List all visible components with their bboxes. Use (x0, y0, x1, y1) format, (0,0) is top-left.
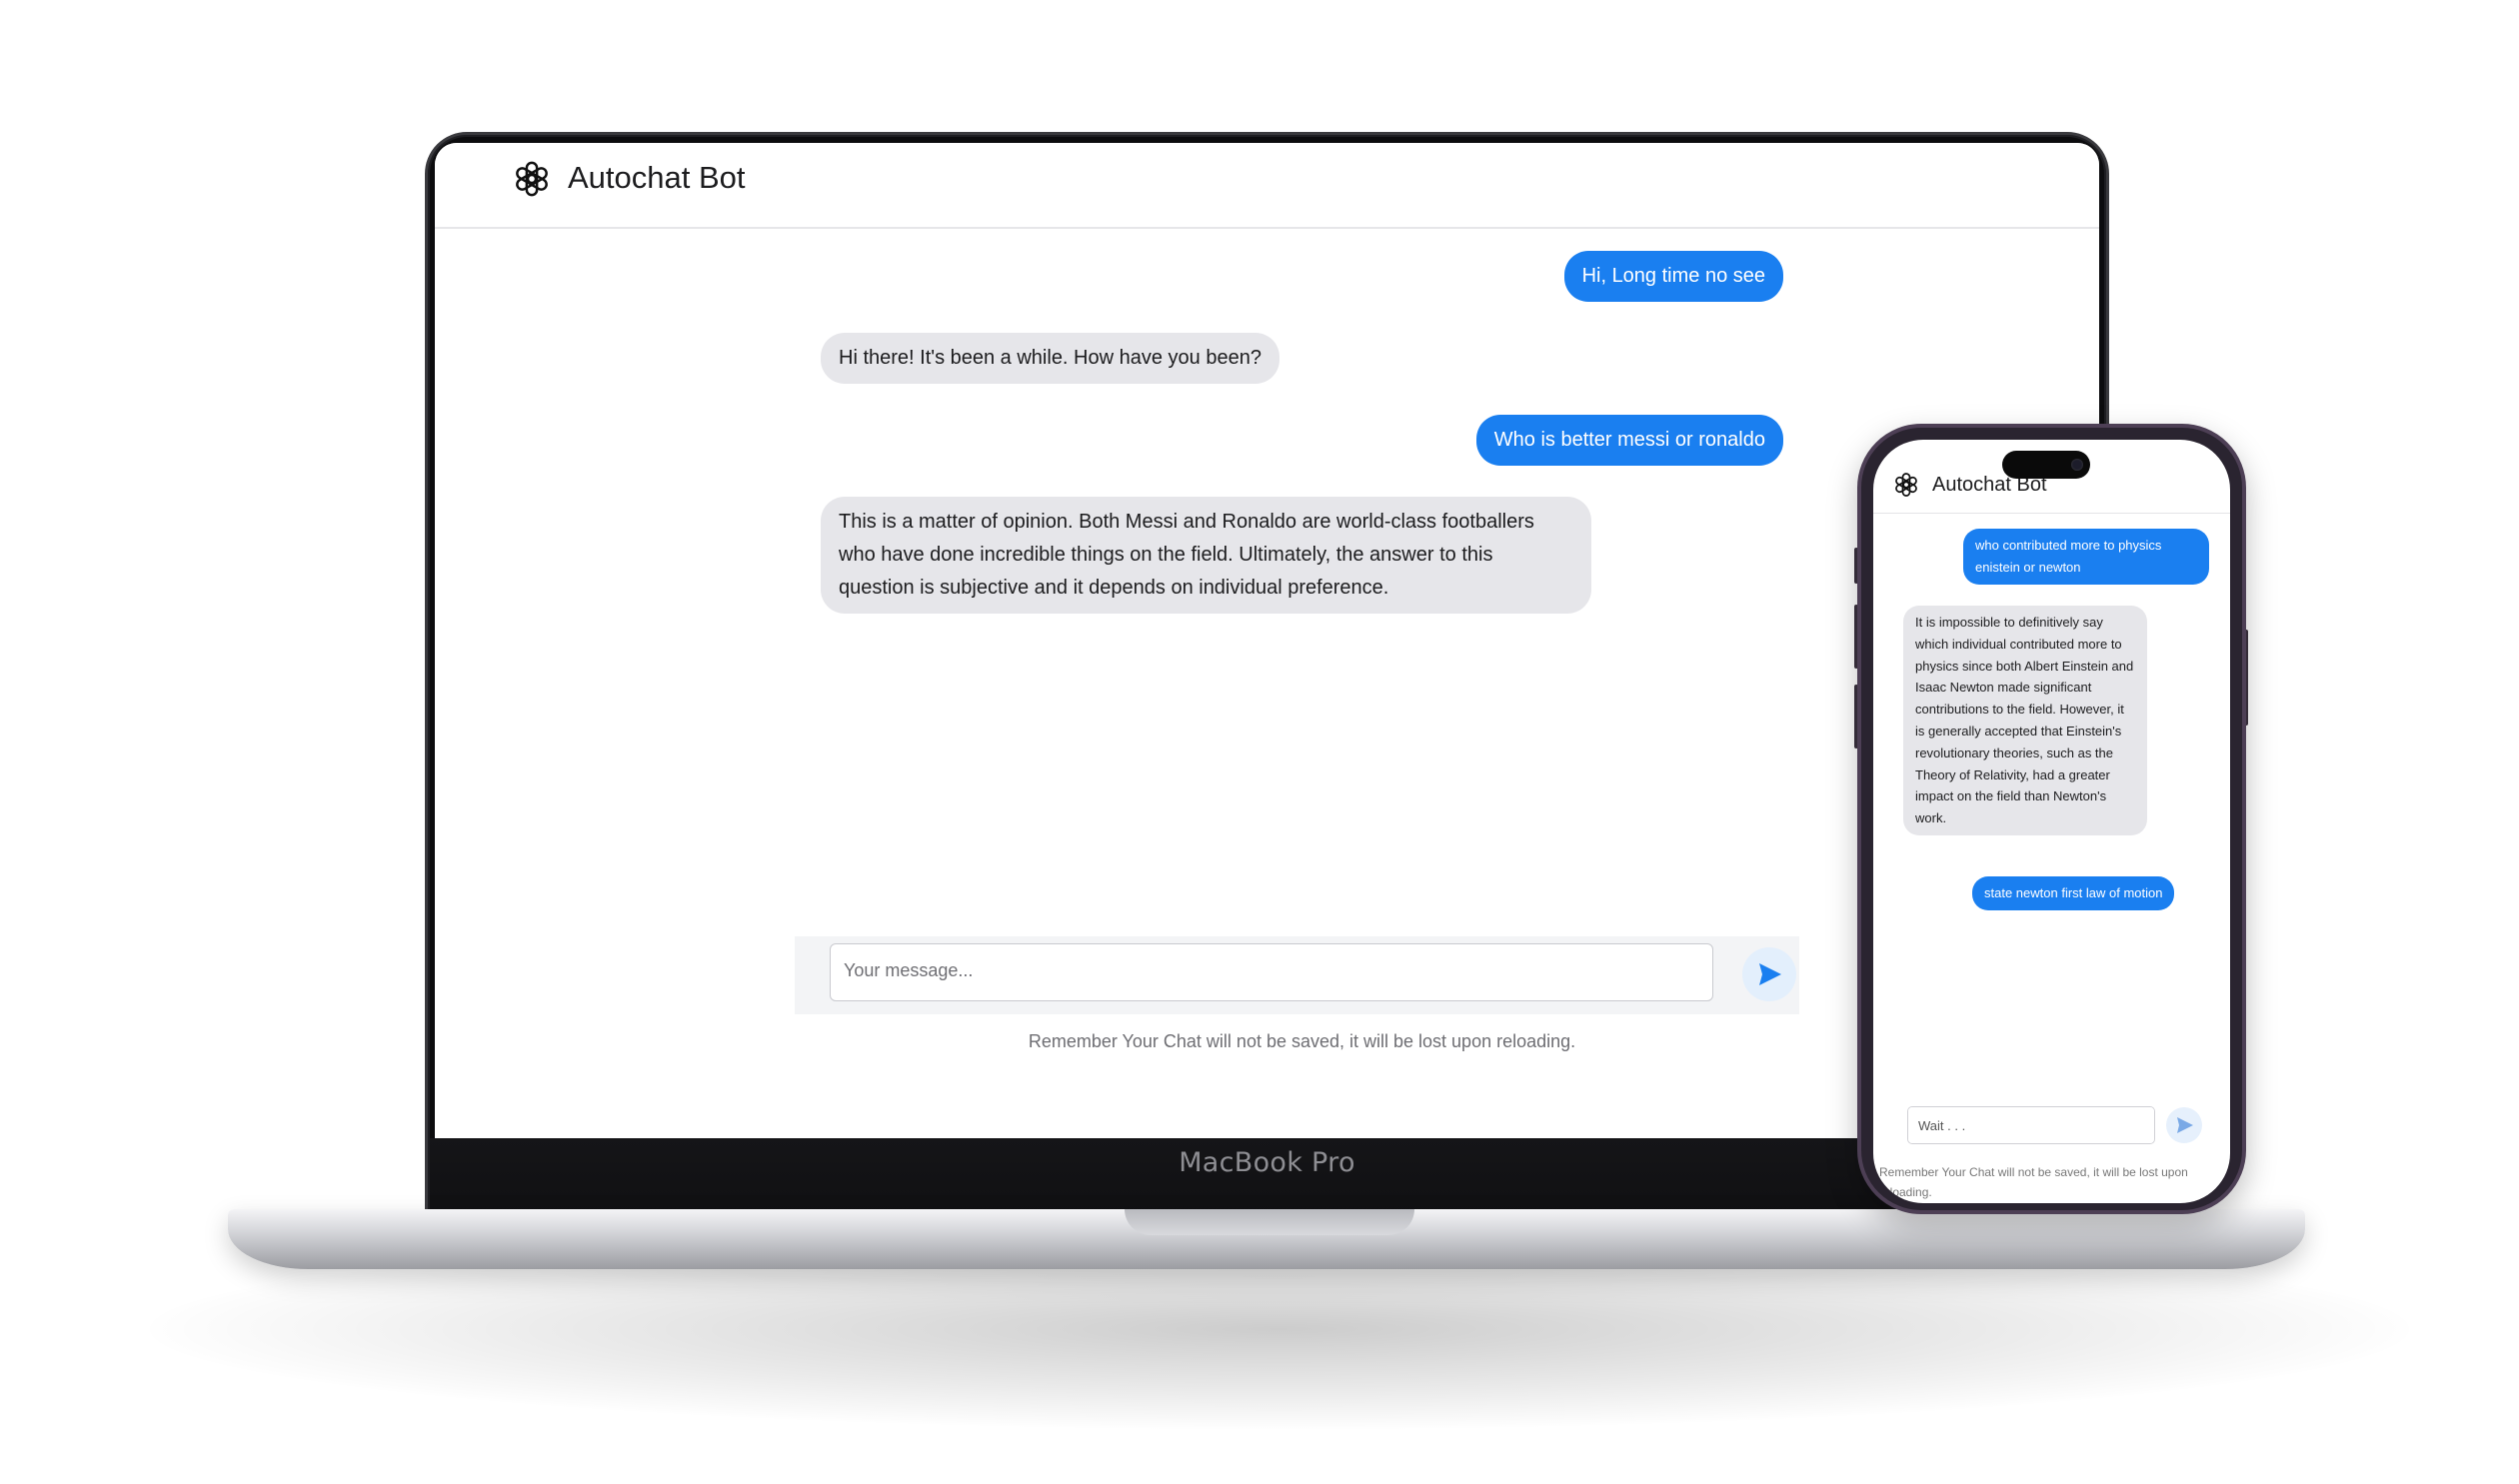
message-input[interactable] (1907, 1106, 2155, 1144)
bot-message: It is impossible to definitively say whi… (1903, 606, 2147, 835)
openai-logo-icon (510, 157, 554, 201)
phone-screen: Autochat Bot who contributed more to phy… (1873, 440, 2230, 1203)
send-icon (2177, 1117, 2193, 1133)
send-button[interactable] (2166, 1107, 2202, 1143)
bot-message: Hi there! It's been a while. How have yo… (821, 333, 1279, 384)
laptop-base-notch (1125, 1209, 1414, 1235)
message-input[interactable] (830, 943, 1713, 1001)
app-header: Autochat Bot (435, 143, 2099, 229)
laptop-screen: Autochat Bot Hi, Long time no see Hi the… (435, 143, 2099, 1138)
user-message: Hi, Long time no see (1563, 251, 1783, 302)
send-icon (1759, 963, 1781, 985)
chat-notice: Remember Your Chat will not be saved, it… (1028, 1031, 1576, 1051)
bot-message: This is a matter of opinion. Both Messi … (821, 497, 1591, 614)
send-button[interactable] (1742, 947, 1796, 1001)
front-camera (2071, 459, 2083, 471)
openai-logo-icon (1891, 470, 1921, 500)
chat-notice: Remember Your Chat will not be saved, it… (1879, 1165, 2188, 1199)
user-message: who contributed more to physics enistein… (1963, 529, 2209, 585)
app-title: Autochat Bot (568, 160, 746, 195)
user-message: state newton first law of motion (1972, 876, 2175, 910)
user-message: Who is better messi or ronaldo (1475, 415, 1783, 466)
